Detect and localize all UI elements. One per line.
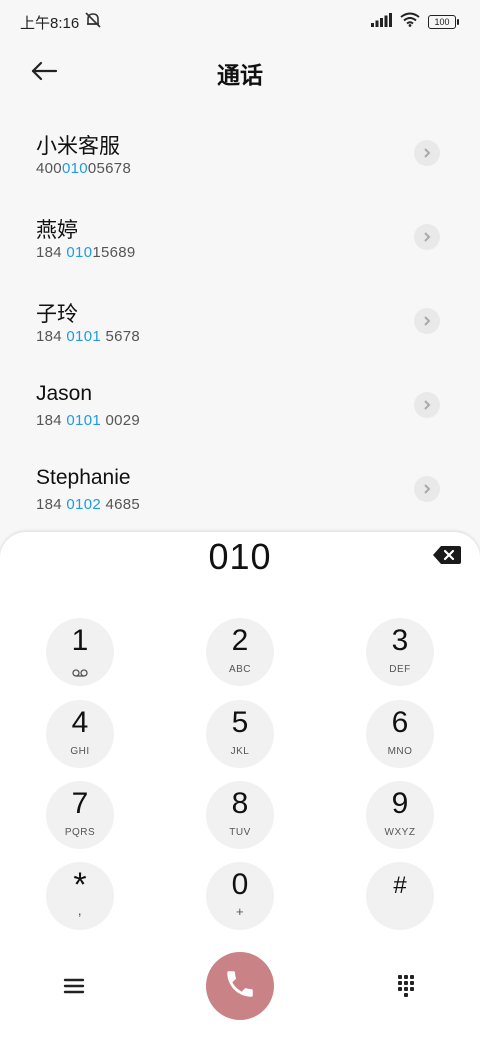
contact-number: 184 0102 4685: [36, 496, 141, 513]
key-5[interactable]: 5 JKL: [206, 700, 274, 768]
key-6[interactable]: 6 MNO: [366, 700, 434, 768]
chevron-right-icon[interactable]: [414, 476, 440, 502]
phone-icon: [223, 967, 257, 1006]
key-4[interactable]: 4 GHI: [46, 700, 114, 768]
voicemail-icon: [72, 664, 88, 682]
status-time: 上午8:16: [20, 15, 80, 32]
battery-indicator: 100: [428, 15, 459, 29]
key-3[interactable]: 3 DEF: [366, 618, 434, 686]
contact-row[interactable]: 燕婷 184 01015689: [0, 196, 480, 280]
key-2[interactable]: 2 ABC: [206, 618, 274, 686]
dialpad-panel: 010 1 2 ABC 3 DEF 4 GHI 5 JKL 6 MNO 7 PQ…: [0, 532, 480, 1040]
contact-number: 184 0101 5678: [36, 328, 141, 345]
contact-row[interactable]: Stephanie 184 0102 4685: [0, 448, 480, 532]
dialed-number-display[interactable]: 010: [0, 536, 480, 578]
matched-digits: 010: [61, 160, 88, 177]
contact-name: Jason: [36, 382, 93, 405]
dialpad-toggle-icon[interactable]: [392, 972, 420, 1000]
chevron-right-icon[interactable]: [414, 140, 440, 166]
matched-digits: 0101: [66, 412, 101, 429]
key-9[interactable]: 9 WXYZ: [366, 781, 434, 849]
key-hash[interactable]: #: [366, 862, 434, 930]
matched-digits: 0101: [66, 328, 101, 345]
contact-number: 40001005678: [36, 160, 132, 177]
matched-digits: 010: [66, 244, 93, 261]
backspace-icon[interactable]: [432, 544, 462, 566]
matched-digits: 0102: [66, 496, 101, 513]
contact-name: 燕婷: [36, 219, 78, 242]
header: 通话: [0, 40, 480, 100]
key-8[interactable]: 8 TUV: [206, 781, 274, 849]
contact-number: 184 01015689: [36, 244, 136, 261]
contact-row[interactable]: Jason 184 0101 0029: [0, 364, 480, 448]
contact-row[interactable]: 子玲 184 0101 5678: [0, 280, 480, 364]
key-7[interactable]: 7 PQRS: [46, 781, 114, 849]
chevron-right-icon[interactable]: [414, 392, 440, 418]
contact-name: 子玲: [36, 303, 78, 326]
contact-row[interactable]: 小米客服 40001005678: [0, 112, 480, 196]
wifi-icon: [400, 12, 420, 32]
signal-icon: [370, 12, 392, 32]
contact-number: 184 0101 0029: [36, 412, 141, 429]
key-1[interactable]: 1: [46, 618, 114, 686]
chevron-right-icon[interactable]: [414, 224, 440, 250]
key-star[interactable]: * ,: [46, 862, 114, 930]
contact-name: Stephanie: [36, 466, 131, 489]
mute-bell-icon: [84, 11, 102, 34]
chevron-right-icon[interactable]: [414, 308, 440, 334]
contact-name: 小米客服: [36, 135, 120, 158]
contact-results-list: 小米客服 40001005678 燕婷 184 01015689 子玲 184 …: [0, 112, 480, 532]
key-0[interactable]: 0 +: [206, 862, 274, 930]
call-button[interactable]: [206, 952, 274, 1020]
page-title: 通话: [217, 62, 263, 88]
menu-icon[interactable]: [60, 972, 88, 1000]
status-bar: 上午8:16 100: [0, 0, 480, 40]
